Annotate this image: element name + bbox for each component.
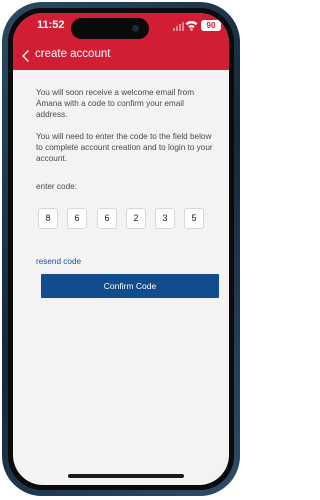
code-digit-2[interactable]: 6: [67, 208, 87, 229]
main-content: You will soon receive a welcome email fr…: [13, 70, 229, 485]
phone-frame: 11:52 90 create account You will soon re…: [2, 2, 240, 496]
wifi-icon: [185, 21, 198, 31]
page-title: create account: [35, 48, 111, 60]
camera-dot: [132, 25, 139, 32]
dynamic-island: [71, 18, 149, 39]
app-screen: 11:52 90 create account You will soon re…: [13, 13, 229, 485]
code-digit-4[interactable]: 2: [126, 208, 146, 229]
code-digit-3[interactable]: 6: [97, 208, 117, 229]
phone-bezel: 11:52 90 create account You will soon re…: [8, 8, 234, 490]
battery-icon: 90: [201, 20, 221, 31]
status-time: 11:52: [37, 19, 65, 31]
welcome-email-message: You will soon receive a welcome email fr…: [36, 88, 195, 119]
back-chevron-icon[interactable]: [21, 50, 31, 62]
home-indicator: [68, 474, 184, 478]
code-digit-1[interactable]: 8: [38, 208, 58, 229]
instructions-message: You will need to enter the code to the f…: [36, 132, 213, 163]
resend-code-link[interactable]: resend code: [36, 257, 81, 266]
status-bar: 11:52 90: [13, 13, 229, 39]
code-digit-5[interactable]: 3: [155, 208, 175, 229]
app-header: 11:52 90 create account: [13, 13, 229, 70]
confirm-code-button[interactable]: Confirm Code: [41, 274, 219, 298]
code-label: enter code:: [36, 182, 77, 191]
code-digit-6[interactable]: 5: [184, 208, 204, 229]
nav-bar: create account: [13, 45, 229, 67]
